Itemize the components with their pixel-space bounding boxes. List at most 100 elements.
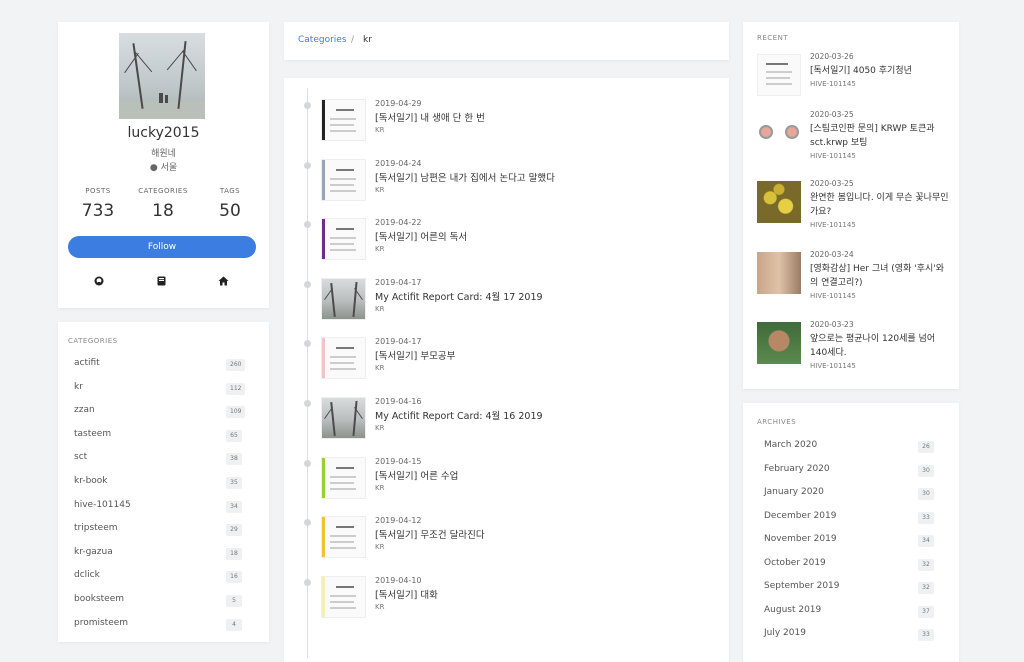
- category-item[interactable]: kr: [74, 382, 83, 392]
- categories-title: CATEGORIES: [68, 337, 118, 345]
- post-title-link[interactable]: [독서일기] 남편은 내가 집에서 논다고 말했다: [375, 170, 555, 184]
- post-thumbnail[interactable]: [321, 575, 366, 618]
- stat-label: POSTS: [85, 187, 111, 195]
- timeline-dot: [304, 161, 311, 169]
- archive-month-link[interactable]: July 2019: [764, 628, 806, 638]
- archive-month-link[interactable]: March 2020: [764, 440, 817, 450]
- location-text: 서울: [160, 163, 178, 173]
- recent-title: RECENT: [757, 34, 789, 42]
- recent-post-thumbnail[interactable]: [757, 54, 801, 96]
- recent-post-date: 2020-03-23: [810, 320, 854, 329]
- post-category-tag[interactable]: KR: [375, 543, 384, 551]
- post-thumbnail[interactable]: [321, 158, 366, 201]
- archive-month-link[interactable]: October 2019: [764, 558, 826, 568]
- archive-count-badge: 26: [918, 441, 934, 453]
- archive-month-link[interactable]: November 2019: [764, 534, 837, 544]
- book-icon[interactable]: [151, 276, 171, 290]
- post-title-link[interactable]: My Actifit Report Card: 4월 17 2019: [375, 289, 543, 303]
- category-item[interactable]: dclick: [74, 570, 100, 580]
- post-date: 2019-04-24: [375, 158, 422, 168]
- recent-post-title-link[interactable]: [독서일기] 4050 후기청년: [810, 64, 950, 78]
- post-title-link[interactable]: My Actifit Report Card: 4월 16 2019: [375, 408, 543, 422]
- profile-name: lucky2015: [127, 125, 200, 141]
- timeline-dot: [304, 519, 311, 527]
- archive-month-link[interactable]: September 2019: [764, 581, 840, 591]
- post-title-link[interactable]: [독서일기] 부모공부: [375, 348, 455, 362]
- recent-post-title-link[interactable]: [스팀코인판 문의] KRWP 토큰과 sct.krwp 보팅: [810, 122, 950, 150]
- category-item[interactable]: kr-gazua: [74, 547, 113, 557]
- post-title-link[interactable]: [독서일기] 어른의 독서: [375, 229, 467, 243]
- archive-month-link[interactable]: February 2020: [764, 464, 830, 474]
- post-category-tag[interactable]: KR: [375, 484, 384, 492]
- home-icon[interactable]: [213, 276, 233, 290]
- category-item[interactable]: tasteem: [74, 429, 111, 439]
- post-category-tag[interactable]: KR: [375, 424, 384, 432]
- post-category-tag[interactable]: KR: [375, 305, 384, 313]
- category-count-badge: 34: [226, 500, 242, 513]
- timeline-dot: [304, 102, 311, 109]
- category-item[interactable]: sct: [74, 452, 87, 462]
- stat-label: TAGS: [219, 187, 241, 195]
- post-thumbnail[interactable]: [321, 516, 366, 559]
- recent-post-tag[interactable]: HIVE-101145: [810, 152, 856, 160]
- post-thumbnail[interactable]: [321, 397, 366, 439]
- post-title-link[interactable]: [독서일기] 어른 수업: [375, 468, 458, 482]
- recent-post-tag[interactable]: HIVE-101145: [810, 80, 856, 88]
- timeline-dot: [304, 578, 311, 586]
- post-thumbnail[interactable]: [321, 99, 366, 141]
- recent-post-tag[interactable]: HIVE-101145: [810, 221, 856, 229]
- post-category-tag[interactable]: KR: [375, 245, 384, 253]
- recent-post-thumbnail[interactable]: [757, 181, 801, 223]
- recent-post-thumbnail[interactable]: [757, 322, 801, 364]
- category-item[interactable]: promisteem: [74, 618, 128, 628]
- category-count-badge: 109: [226, 406, 246, 419]
- archive-count-badge: 34: [918, 535, 934, 547]
- archive-count-badge: 33: [918, 629, 934, 641]
- post-title-link[interactable]: [독서일기] 무조건 달라진다: [375, 527, 485, 541]
- category-count-badge: 112: [226, 382, 246, 395]
- category-count-badge: 65: [226, 429, 242, 442]
- post-category-tag[interactable]: KR: [375, 603, 384, 611]
- timeline-dot: [304, 459, 311, 467]
- post-thumbnail[interactable]: [321, 337, 366, 380]
- categories-card: CATEGORIES actifit 260 kr 112 zzan 109 tasteem…: [58, 322, 269, 642]
- recent-post-tag[interactable]: HIVE-101145: [810, 362, 856, 370]
- category-item[interactable]: tripsteem: [74, 523, 118, 533]
- post-title-link[interactable]: [독서일기] 내 생애 단 한 번: [375, 110, 485, 124]
- stat-value: 50: [219, 201, 241, 221]
- category-item[interactable]: hive-101145: [74, 500, 131, 510]
- post-category-tag[interactable]: KR: [375, 364, 384, 372]
- follow-button[interactable]: Follow: [68, 236, 256, 258]
- post-thumbnail[interactable]: [321, 277, 366, 320]
- recent-post-thumbnail[interactable]: [757, 252, 801, 294]
- recent-post-tag[interactable]: HIVE-101145: [810, 292, 856, 300]
- post-category-tag[interactable]: KR: [375, 186, 384, 194]
- post-thumbnail[interactable]: [321, 218, 366, 261]
- recent-post-title-link[interactable]: [영화감상] Her 그녀 (영화 '후시'와의 연결고리?): [810, 262, 950, 290]
- post-thumbnail[interactable]: [321, 456, 366, 499]
- stat-tags: TAGS 50: [195, 187, 265, 221]
- breadcrumb-categories-link[interactable]: Categories: [298, 35, 347, 45]
- post-title-link[interactable]: [독서일기] 대화: [375, 587, 438, 601]
- category-item[interactable]: zzan: [74, 405, 95, 415]
- archive-month-link[interactable]: August 2019: [764, 605, 821, 615]
- profile-subtitle: 해원네: [151, 149, 176, 159]
- post-date: 2019-04-17: [375, 277, 422, 287]
- breadcrumb: Categories / kr: [284, 22, 729, 60]
- recent-post-title-link[interactable]: 앞으로는 평균나이 120세를 넘어 140세다.: [810, 332, 950, 360]
- archive-month-link[interactable]: January 2020: [764, 487, 824, 497]
- timeline-dot: [304, 340, 311, 348]
- recent-post-thumbnail[interactable]: [757, 112, 801, 154]
- avatar[interactable]: [119, 33, 205, 119]
- archive-month-link[interactable]: December 2019: [764, 511, 836, 521]
- category-item[interactable]: kr-book: [74, 476, 108, 486]
- category-item[interactable]: actifit: [74, 358, 100, 368]
- recent-post-title-link[interactable]: 완연한 봄입니다. 이게 무슨 꽃나무인가요?: [810, 191, 950, 219]
- stat-value: 733: [81, 201, 115, 221]
- post-date: 2019-04-17: [375, 337, 422, 347]
- archives-title: ARCHIVES: [757, 418, 797, 426]
- category-item[interactable]: booksteem: [74, 594, 124, 604]
- post-category-tag[interactable]: KR: [375, 126, 384, 134]
- github-icon[interactable]: [89, 276, 109, 290]
- recent-post-date: 2020-03-26: [810, 52, 854, 61]
